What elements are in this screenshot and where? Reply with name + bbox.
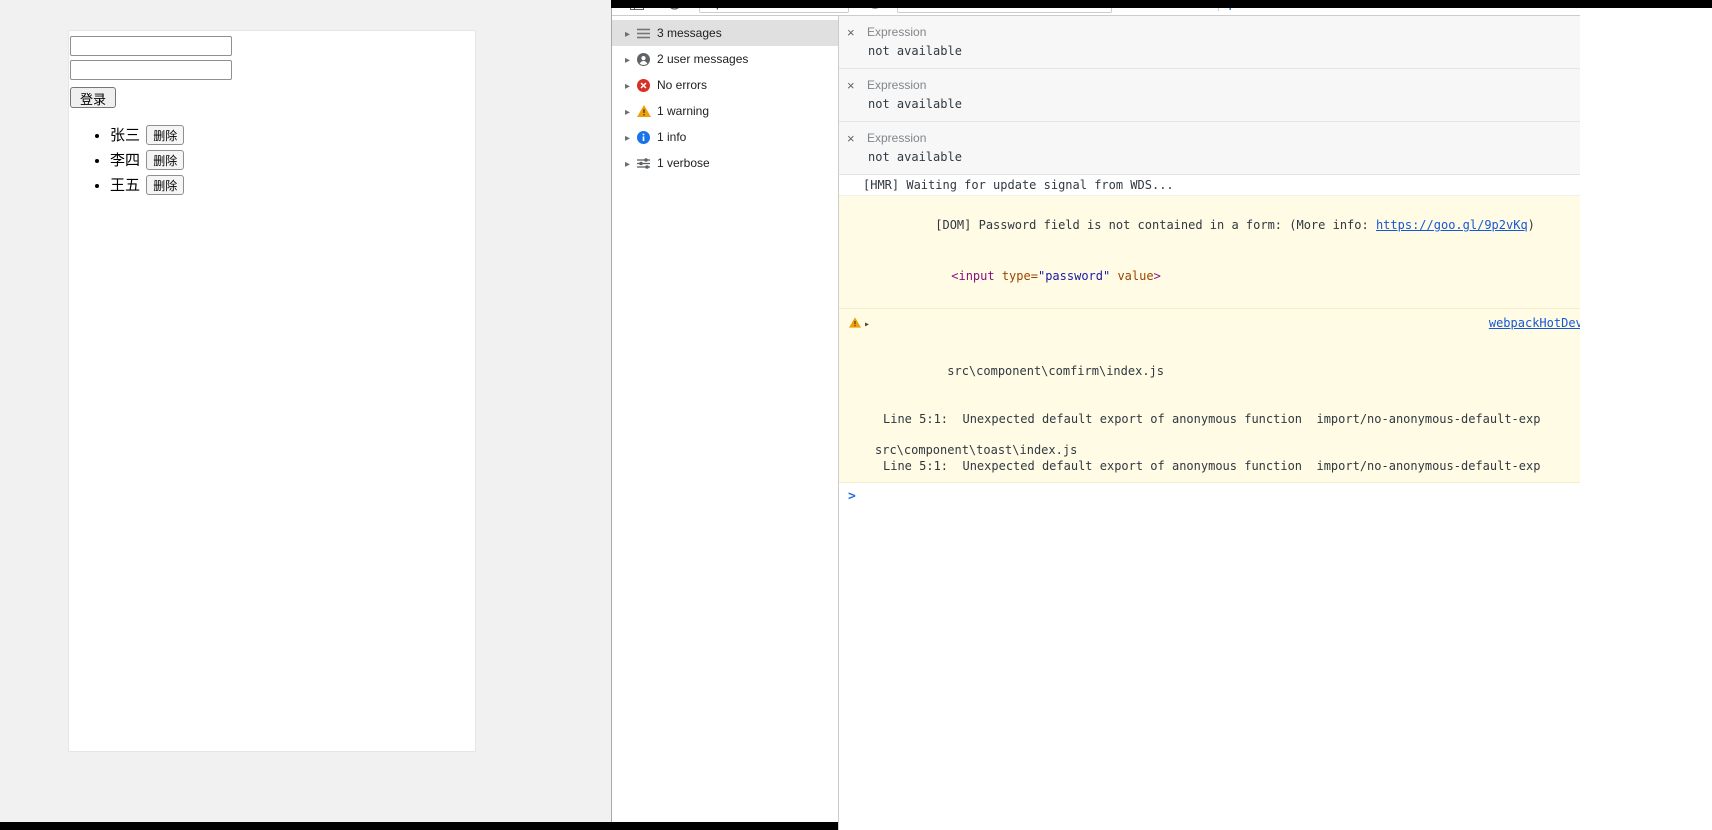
expression-label: Expression xyxy=(867,78,927,92)
sidebar-item-label: 1 verbose xyxy=(657,156,710,170)
list-item: 李四 删除 xyxy=(110,150,475,171)
user-name: 张三 xyxy=(110,127,141,144)
console-sidebar-toggle-icon[interactable] xyxy=(630,8,644,10)
console-prompt-chevron-icon xyxy=(848,489,856,504)
console-sidebar: 3 messages 2 user messages No errors xyxy=(612,16,839,830)
expression-value: not available xyxy=(868,44,962,58)
warning-icon xyxy=(637,105,657,117)
lint-message: Line 5:1: Unexpected default export of a… xyxy=(883,459,1541,473)
user-name: 李四 xyxy=(110,152,141,169)
sidebar-item-label: 1 warning xyxy=(657,104,710,118)
caret-right-icon[interactable] xyxy=(625,130,637,144)
sidebar-item-user-messages[interactable]: 2 user messages xyxy=(612,46,838,72)
login-button[interactable]: 登录 xyxy=(70,87,117,108)
caret-right-icon[interactable] xyxy=(625,104,637,118)
capture-black-bar-top xyxy=(611,0,1712,8)
user-icon xyxy=(637,52,657,66)
devtools-panel: top Default levels No Issues xyxy=(611,8,1580,830)
sidebar-item-label: 1 info xyxy=(657,130,687,144)
console-toolbar: top Default levels No Issues xyxy=(612,8,1580,16)
issues-label: No Issues xyxy=(1246,8,1299,10)
web-page: 登录 张三 删除 李四 删除 王五 删除 xyxy=(0,0,611,830)
file-path: src\component\toast\index.js xyxy=(875,443,1078,457)
warning-icon xyxy=(849,317,861,328)
chevron-down-icon xyxy=(1203,8,1208,10)
console-empty-area[interactable] xyxy=(839,504,1580,830)
caret-right-icon[interactable] xyxy=(625,78,637,92)
password-input[interactable] xyxy=(70,60,232,80)
close-icon[interactable] xyxy=(847,131,867,146)
warning-text: [DOM] Password field is not contained in… xyxy=(935,218,1376,232)
delete-button[interactable]: 删除 xyxy=(146,175,185,195)
login-card: 登录 张三 删除 李四 删除 王五 删除 xyxy=(68,30,476,752)
caret-right-icon[interactable] xyxy=(625,52,637,66)
sidebar-item-all-messages[interactable]: 3 messages xyxy=(612,20,838,46)
lint-message: Line 5:1: Unexpected default export of a… xyxy=(883,412,1541,426)
clear-console-icon[interactable] xyxy=(668,8,681,10)
console-messages-pane: Expression not available Expression not … xyxy=(839,16,1580,830)
capture-black-bar-bottom xyxy=(0,822,838,830)
username-input[interactable] xyxy=(70,36,232,56)
delete-button[interactable]: 删除 xyxy=(146,150,185,170)
expression-label: Expression xyxy=(867,25,927,39)
issues-counter[interactable]: No Issues xyxy=(1229,8,1299,10)
issues-flag-icon xyxy=(1229,8,1241,10)
verbose-icon xyxy=(637,157,657,170)
console-warning-message: [DOM] Password field is not contained in… xyxy=(839,196,1580,309)
caret-right-icon[interactable] xyxy=(625,26,637,40)
sidebar-item-errors[interactable]: No errors xyxy=(612,72,838,98)
live-expression: Expression not available xyxy=(839,122,1580,175)
expression-value: not available xyxy=(868,97,962,111)
live-expression-eye-icon[interactable] xyxy=(867,8,883,9)
delete-button[interactable]: 删除 xyxy=(146,125,185,145)
warning-text: ) xyxy=(1527,218,1543,232)
console-prompt[interactable] xyxy=(839,483,1580,504)
filter-input[interactable] xyxy=(897,8,1112,13)
log-levels-label: Default levels xyxy=(1126,8,1198,10)
console-warning-message: src\component\comfirm\index.js webpackHo… xyxy=(839,309,1580,483)
live-expression: Expression not available xyxy=(839,16,1580,69)
context-selector[interactable]: top xyxy=(699,8,849,13)
close-icon[interactable] xyxy=(847,78,867,93)
file-path: src\component\comfirm\index.js xyxy=(947,364,1164,378)
sidebar-item-verbose[interactable]: 1 verbose xyxy=(612,150,838,176)
list-item: 张三 删除 xyxy=(110,125,475,146)
list-icon xyxy=(637,28,657,39)
error-icon xyxy=(637,78,657,92)
console-log-message: [HMR] Waiting for update signal from WDS… xyxy=(839,175,1580,196)
caret-right-icon[interactable] xyxy=(625,156,637,170)
source-link[interactable]: webpackHotDevC xyxy=(1489,315,1580,331)
sidebar-item-info[interactable]: 1 info xyxy=(612,124,838,150)
close-icon[interactable] xyxy=(847,25,867,40)
list-item: 王五 删除 xyxy=(110,175,475,196)
user-list: 张三 删除 李四 删除 王五 删除 xyxy=(70,125,475,196)
info-icon xyxy=(637,130,657,144)
caret-right-icon[interactable] xyxy=(864,315,870,333)
warning-more-info-link[interactable]: https://goo.gl/9p2vKq xyxy=(1376,218,1528,232)
user-name: 王五 xyxy=(110,177,141,194)
expression-label: Expression xyxy=(867,131,927,145)
toolbar-divider xyxy=(1218,8,1220,11)
sidebar-item-label: 2 user messages xyxy=(657,52,749,66)
chevron-down-icon xyxy=(837,8,842,10)
sidebar-item-label: 3 messages xyxy=(657,26,722,40)
expression-value: not available xyxy=(868,150,962,164)
context-selector-value: top xyxy=(706,8,723,10)
sidebar-item-warnings[interactable]: 1 warning xyxy=(612,98,838,124)
live-expression: Expression not available xyxy=(839,69,1580,122)
html-element-preview[interactable]: <input type="password" value> xyxy=(839,251,1580,302)
log-levels-dropdown[interactable]: Default levels xyxy=(1126,8,1208,10)
sidebar-item-label: No errors xyxy=(657,78,708,92)
